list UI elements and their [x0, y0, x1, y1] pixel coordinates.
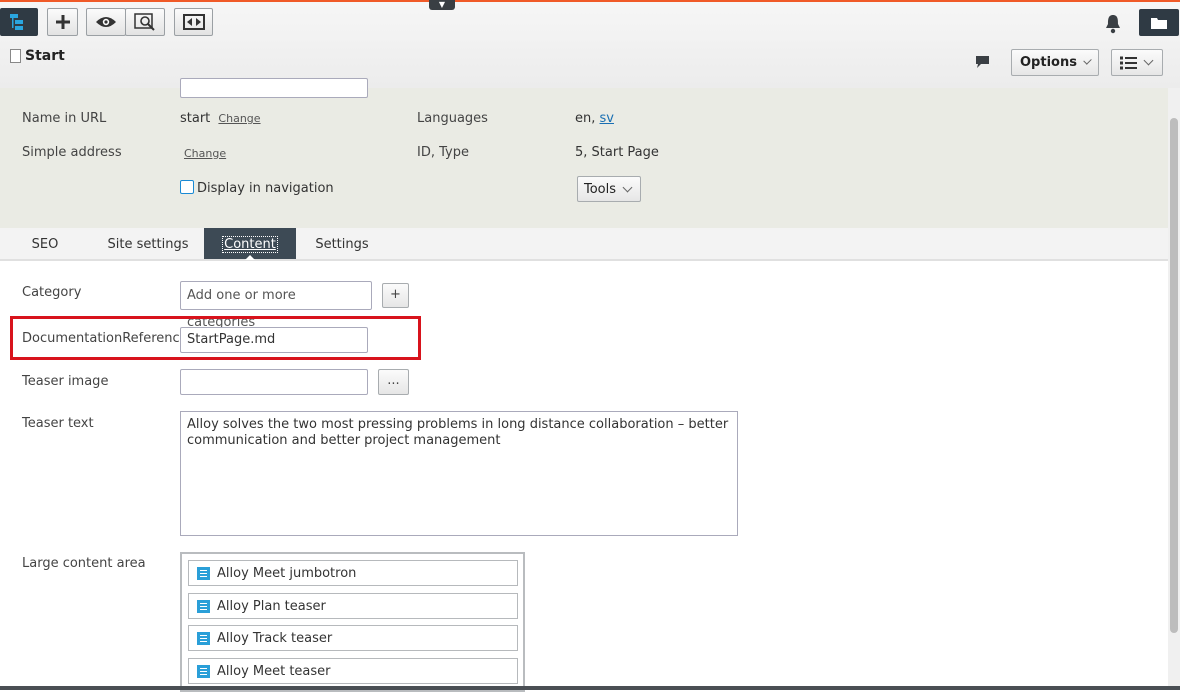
simple-address-change-link[interactable]: Change	[184, 147, 226, 160]
tab-settings[interactable]: Settings	[304, 228, 380, 259]
content-item[interactable]: Alloy Plan teaser	[188, 593, 518, 619]
page-properties-panel: Name in URL start Change Languages en, s…	[0, 78, 1168, 228]
name-url-value: start Change	[180, 111, 261, 126]
block-icon	[197, 566, 210, 580]
language-sv-link[interactable]: sv	[600, 111, 614, 126]
view-on-site-button[interactable]	[125, 8, 165, 36]
compare-button[interactable]	[174, 8, 213, 36]
teaser-text-input[interactable]: Alloy solves the two most pressing probl…	[180, 411, 738, 536]
add-button[interactable]	[47, 8, 78, 36]
eye-icon	[96, 17, 116, 27]
preview-button[interactable]	[86, 8, 126, 36]
page-name-input[interactable]	[180, 78, 368, 98]
plus-icon	[55, 15, 70, 29]
add-category-button[interactable]: +	[382, 283, 409, 308]
search-page-icon	[134, 13, 155, 31]
content-item[interactable]: Alloy Track teaser	[188, 625, 518, 651]
category-label: Category	[22, 285, 82, 300]
teaser-text-label: Teaser text	[22, 416, 94, 431]
name-url-label: Name in URL	[22, 111, 107, 126]
vertical-scrollbar[interactable]	[1168, 88, 1180, 688]
toggle-header-button[interactable]: ▼	[429, 0, 455, 10]
display-in-navigation-checkbox[interactable]	[180, 180, 194, 194]
teaser-image-input[interactable]	[180, 369, 368, 395]
folder-icon	[1151, 17, 1167, 29]
notification-bell-icon[interactable]	[1104, 14, 1122, 34]
content-item[interactable]: Alloy Meet teaser	[188, 658, 518, 684]
languages-label: Languages	[417, 111, 488, 126]
tab-seo[interactable]: SEO	[20, 228, 70, 259]
large-content-area[interactable]: Alloy Meet jumbotron Alloy Plan teaser A…	[180, 552, 525, 692]
block-icon	[197, 631, 210, 645]
page-tree-button[interactable]	[0, 8, 38, 36]
assets-pane-button[interactable]	[1139, 9, 1179, 36]
teaser-image-label: Teaser image	[22, 374, 109, 389]
category-input[interactable]: Add one or more categories	[180, 281, 372, 330]
list-icon	[1120, 56, 1137, 69]
documentation-reference-label: DocumentationReference	[22, 331, 188, 346]
chevron-down-icon	[1083, 56, 1092, 65]
id-type-label: ID, Type	[417, 145, 469, 160]
tools-dropdown[interactable]: Tools	[577, 176, 641, 202]
simple-address-label: Simple address	[22, 145, 122, 160]
name-url-change-link[interactable]: Change	[218, 112, 260, 125]
toolbar: Start Options	[0, 2, 1180, 88]
comment-icon[interactable]	[975, 55, 990, 69]
simple-address-value: Change	[180, 146, 226, 161]
content-item[interactable]: Alloy Meet jumbotron	[188, 560, 518, 586]
tree-icon	[10, 14, 23, 30]
tab-bar: SEO Site settings Content Settings	[0, 228, 1168, 261]
tab-site-settings[interactable]: Site settings	[96, 228, 200, 259]
id-type-value: 5, Start Page	[575, 145, 659, 160]
display-in-navigation[interactable]: Display in navigation	[180, 180, 334, 196]
view-menu-button[interactable]	[1111, 49, 1163, 76]
browse-image-button[interactable]: ...	[378, 369, 409, 395]
chevron-down-icon	[1143, 55, 1154, 66]
block-icon	[197, 664, 210, 678]
chevron-down-icon	[622, 182, 633, 192]
page-icon	[10, 49, 21, 63]
tab-content[interactable]: Content	[204, 228, 296, 260]
page-title: Start	[10, 48, 65, 64]
languages-value: en, sv	[575, 111, 614, 126]
documentation-reference-input[interactable]: StartPage.md	[180, 327, 368, 353]
block-icon	[197, 599, 210, 613]
options-button[interactable]: Options	[1011, 49, 1099, 76]
large-content-area-label: Large content area	[22, 556, 146, 571]
compare-icon	[182, 14, 205, 30]
bottom-bar	[0, 686, 1180, 690]
scrollbar-thumb[interactable]	[1170, 118, 1178, 633]
